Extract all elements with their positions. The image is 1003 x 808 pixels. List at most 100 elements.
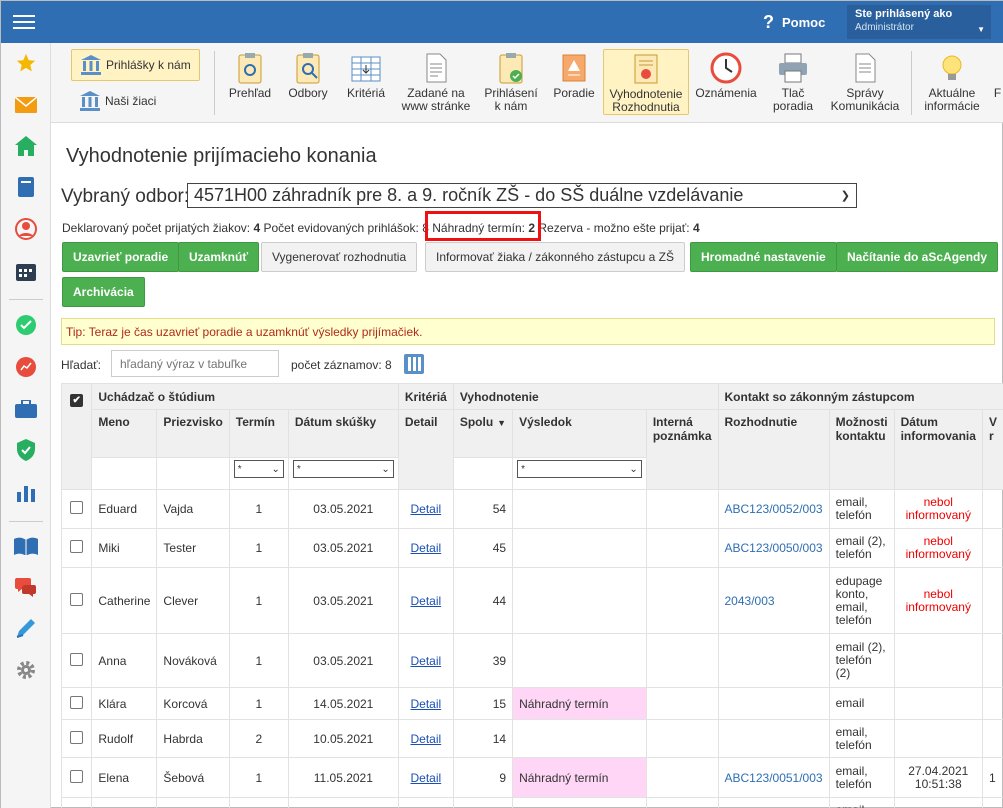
col-meno[interactable]: Meno <box>91 409 158 458</box>
row-checkbox[interactable] <box>70 540 84 553</box>
search-input[interactable] <box>111 350 279 377</box>
informovat-button[interactable]: Informovať žiaka / zákonného zástupcu a … <box>425 242 685 272</box>
user-menu[interactable]: Ste prihlásený ako Administrátor ▼ <box>847 5 991 39</box>
toolbar-zadane[interactable]: Zadané na www stránke <box>397 49 475 115</box>
col-vysledok[interactable]: Výsledok <box>512 409 647 458</box>
table-row[interactable]: MariannaUrbanova203.05.2021Detail6 email,… <box>61 797 1003 808</box>
uzavriet-poradie-button[interactable]: Uzavrieť poradie <box>62 242 180 272</box>
page-title: Vyhodnotenie prijímacieho konania <box>66 145 377 167</box>
toolbar-label-2: www stránke <box>401 99 471 113</box>
cell-informovanie <box>893 719 983 758</box>
gear-icon[interactable] <box>14 658 38 682</box>
col-termin[interactable]: Termín <box>228 409 289 458</box>
detail-link[interactable]: Detail <box>410 502 441 516</box>
nasi-ziaci-button[interactable]: Naši žiaci <box>71 85 164 117</box>
check-circle-icon[interactable] <box>14 313 38 337</box>
toolbar-prehlad[interactable]: Prehľad <box>223 49 277 115</box>
filter-datum-select[interactable]: * ⌄ <box>292 460 394 478</box>
toolbar-aktualne[interactable]: Aktuálne informácie <box>917 49 987 115</box>
rozhodnutie-link[interactable]: ABC123/0052/003 <box>725 502 823 516</box>
table-row[interactable]: Anna Nováková 1 03.05.2021 Detail 39 email (2)… <box>61 633 1003 688</box>
briefcase-icon[interactable] <box>14 397 38 421</box>
user-line1: Ste prihlásený ako <box>855 8 953 20</box>
shield-icon[interactable] <box>14 438 38 462</box>
table-row[interactable]: Klára Korcová 1 14.05.2021 Detail 15 Náhradný … <box>61 687 1003 720</box>
odbor-label: Vybraný odbor: <box>61 186 190 207</box>
nacitanie-button[interactable]: Načítanie do aScAgendy <box>836 242 999 272</box>
toolbar-kriteria[interactable]: Kritériá <box>339 49 393 115</box>
table-row[interactable]: Elena Šebová 1 11.05.2021 Detail 9 Náhradný te… <box>61 757 1003 798</box>
filter-termin-select[interactable]: * ⌄ <box>233 460 284 478</box>
hromadne-nastavenie-button[interactable]: Hromadné nastavenie <box>690 242 837 272</box>
toolbar-tlac[interactable]: Tlač poradia <box>763 49 823 115</box>
mail-icon[interactable] <box>14 93 38 117</box>
cell-termin: 2 <box>228 719 289 758</box>
cell-spolu: 54 <box>452 489 514 529</box>
detail-link[interactable]: Detail <box>410 732 441 746</box>
rozhodnutie-link[interactable]: ABC123/0051/003 <box>725 771 823 785</box>
row-checkbox[interactable] <box>70 769 84 783</box>
book-icon[interactable] <box>14 175 38 199</box>
chart-circle-icon[interactable] <box>14 355 38 379</box>
cell-rozhodnutie <box>717 719 830 758</box>
toolbar-vyhodnotenie[interactable]: Vyhodnotenie Rozhodnutia <box>603 49 689 115</box>
table-row[interactable]: Eduard Vajda 1 03.05.2021 Detail 54 ABC123/005… <box>61 489 1003 529</box>
uzamknut-button[interactable]: Uzamknúť <box>178 242 260 272</box>
help-button[interactable]: ? Pomoc <box>763 12 825 33</box>
col-datum-skusky[interactable]: Dátum skúšky <box>287 409 399 458</box>
rozhodnutie-link[interactable]: ABC123/0050/003 <box>725 541 823 555</box>
open-book-icon[interactable] <box>14 534 38 558</box>
filter-vysledok-select[interactable]: * ⌄ <box>517 460 642 478</box>
detail-link[interactable]: Detail <box>410 697 441 711</box>
toolbar-odbory[interactable]: Odbory <box>281 49 335 115</box>
archivacia-button[interactable]: Archivácia <box>62 277 145 307</box>
cell-detail: Detail <box>397 633 454 688</box>
detail-link[interactable]: Detail <box>410 594 441 608</box>
pencil-icon[interactable] <box>14 616 38 640</box>
cell-informovanie: 27.04.2021 10:51:38 <box>893 757 983 798</box>
cell-rozhodnutie <box>717 633 830 688</box>
toolbar-poradie[interactable]: Poradie <box>547 49 601 115</box>
cell-moznosti: email (2), telefón (2) <box>828 633 895 688</box>
filter-termin-cell: * ⌄ <box>228 457 289 490</box>
detail-link[interactable]: Detail <box>410 541 441 555</box>
row-checkbox[interactable] <box>70 695 84 709</box>
hamburger-menu-icon[interactable] <box>13 12 35 30</box>
cell-meno: Miki <box>91 528 158 568</box>
odbor-select[interactable]: 4571H00 záhradník pre 8. a 9. ročník ZŠ … <box>187 183 857 208</box>
cell-rozhodnutie: ABC123/0052/003 <box>717 489 830 529</box>
row-checkbox[interactable] <box>70 730 84 744</box>
detail-link[interactable]: Detail <box>410 654 441 668</box>
cell-vysledok <box>512 528 647 568</box>
row-checkbox[interactable] <box>70 592 84 606</box>
columns-icon[interactable] <box>403 353 425 375</box>
calendar-icon[interactable] <box>14 259 38 283</box>
home-icon[interactable] <box>14 134 38 158</box>
toolbar-oznamenia[interactable]: Oznámenia <box>693 49 759 115</box>
vygenerovat-rozhodnutia-button[interactable]: Vygenerovať rozhodnutia <box>261 242 418 272</box>
star-icon[interactable] <box>14 51 38 75</box>
col-moznosti-l2: kontaktu <box>835 429 886 443</box>
col-priezvisko[interactable]: Priezvisko <box>156 409 230 458</box>
table-row[interactable]: Catherine Clever 1 03.05.2021 Detail 44 2043/0… <box>61 567 1003 634</box>
table-row[interactable]: Rudolf Habrda 2 10.05.2021 Detail 14 email, tel… <box>61 719 1003 758</box>
row-checkbox[interactable] <box>70 652 84 666</box>
cell-datum: 03.05.2021 <box>287 797 399 808</box>
col-spolu[interactable]: Spolu ▼ <box>452 409 514 458</box>
toolbar-spravy[interactable]: Správy Komunikácia <box>827 49 903 115</box>
detail-link[interactable]: Detail <box>410 771 441 785</box>
user-icon[interactable] <box>14 217 38 241</box>
cell-moznosti: email,telefón <box>828 797 895 808</box>
toolbar-more[interactable]: F <box>991 49 1003 115</box>
col-datum-informovania: Dátum informovania <box>893 409 983 490</box>
row-checkbox[interactable] <box>70 501 84 514</box>
chat-icon[interactable] <box>14 575 38 599</box>
bar-chart-icon[interactable] <box>14 481 38 505</box>
rozhodnutie-link[interactable]: 2043/003 <box>725 594 775 608</box>
moznosti-line: (2) <box>835 666 851 680</box>
toolbar-prihlaseni[interactable]: Prihlásení k nám <box>479 49 543 115</box>
table-row[interactable]: Miki Tester 1 03.05.2021 Detail 45 ABC123/0050… <box>61 528 1003 568</box>
prihlasky-k-nam-button[interactable]: Prihlášky k nám <box>71 49 200 81</box>
select-all-checkbox[interactable]: ✔ <box>70 394 84 407</box>
cell-priezvisko: Vajda <box>156 489 230 529</box>
